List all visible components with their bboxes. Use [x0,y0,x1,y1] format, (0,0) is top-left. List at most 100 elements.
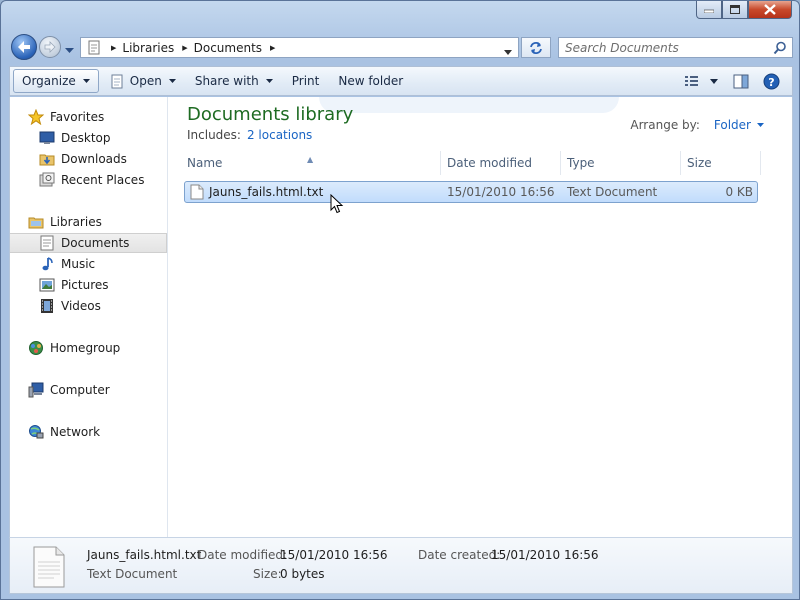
star-icon [28,109,44,125]
back-button[interactable] [11,34,37,60]
help-button[interactable]: ? [760,70,782,92]
details-filename: Jauns_fails.html.txt [87,548,202,562]
column-type-label: Type [567,156,595,170]
organize-label: Organize [22,74,76,88]
navigation-pane: Favorites Desktop Downloads Recent Place… [10,97,168,537]
chevron-down-icon [168,79,176,83]
mouse-cursor-icon [330,193,344,217]
maximize-button[interactable] [722,1,748,19]
nav-downloads[interactable]: Downloads [39,149,167,169]
search-icon[interactable] [773,41,787,58]
print-label: Print [291,74,320,88]
nav-desktop[interactable]: Desktop [39,128,167,148]
nav-network-label: Network [50,425,101,439]
organize-button[interactable]: Organize [13,69,99,93]
address-bar[interactable]: ▶ Libraries ▶ Documents ▶ [80,37,519,58]
nav-documents[interactable]: Documents [10,233,167,253]
column-date-label: Date modified [447,156,533,170]
breadcrumb-separator[interactable]: ▶ [111,44,116,52]
nav-favorites[interactable]: Favorites [28,107,167,127]
breadcrumb-separator[interactable]: ▶ [182,44,187,52]
nav-pictures[interactable]: Pictures [39,275,167,295]
column-header-date-modified[interactable]: Date modified [441,151,561,175]
preview-pane-button[interactable] [730,70,752,92]
share-with-button[interactable]: Share with [187,69,281,93]
minimize-button[interactable] [696,1,722,19]
refresh-button[interactable] [521,37,551,58]
column-header-name[interactable]: ▲ Name [185,151,441,175]
open-button[interactable]: Open [102,69,184,93]
nav-computer[interactable]: Computer [28,380,167,400]
open-icon [111,74,123,88]
chevron-down-icon [82,79,90,83]
details-date-modified-label: Date modified: [198,548,288,562]
file-name: Jauns_fails.html.txt [209,185,324,199]
arrange-by-label: Arrange by: [630,118,700,132]
nav-videos-label: Videos [61,299,101,313]
breadcrumb-libraries[interactable]: Libraries [122,41,174,55]
music-icon [39,256,55,272]
details-date-created-label: Date created: [418,548,501,562]
recent-places-icon [39,172,55,188]
details-size-label: Size: [253,567,282,581]
nav-recent-places[interactable]: Recent Places [39,170,167,190]
sort-ascending-icon: ▲ [307,155,314,164]
file-size: 0 KB [725,185,753,199]
text-file-icon [32,546,66,591]
explorer-window: ▶ Libraries ▶ Documents ▶ Search Documen… [0,0,800,600]
column-headers: ▲ Name Date modified Type Size [185,151,761,175]
locations-link[interactable]: 2 locations [247,128,312,142]
file-type: Text Document [567,185,658,199]
breadcrumb-documents[interactable]: Documents [194,41,262,55]
open-label: Open [129,74,162,88]
refresh-icon [530,41,542,54]
arrange-by-dropdown[interactable]: Folder [714,118,764,132]
close-button[interactable] [748,1,792,19]
share-with-label: Share with [194,74,259,88]
print-button[interactable]: Print [284,69,328,93]
nav-libraries-label: Libraries [50,215,102,229]
content-area: Favorites Desktop Downloads Recent Place… [9,97,793,537]
maximize-icon [730,5,740,14]
file-date-modified: 15/01/2010 16:56 [447,185,555,199]
downloads-icon [39,151,55,167]
column-header-type[interactable]: Type [561,151,681,175]
command-bar: Organize Open Share with Print New folde… [9,66,793,96]
chevron-down-icon [757,123,764,127]
header-decoration [319,97,619,113]
nav-music[interactable]: Music [39,254,167,274]
homegroup-icon [28,340,44,356]
details-size: 0 bytes [280,567,325,581]
view-controls: ? [674,70,782,92]
forward-icon [44,41,56,53]
file-name-cell[interactable]: Jauns_fails.html.txt [185,184,441,200]
new-folder-label: New folder [338,74,404,88]
file-row[interactable]: Jauns_fails.html.txt 15/01/2010 16:56 Te… [184,181,758,203]
nav-homegroup[interactable]: Homegroup [28,338,167,358]
chevron-down-icon [65,48,74,53]
svg-text:?: ? [768,76,774,89]
breadcrumb-separator[interactable]: ▶ [270,44,275,52]
pictures-icon [39,277,55,293]
nav-favorites-label: Favorites [50,110,105,124]
details-pane: Jauns_fails.html.txt Text Document Date … [9,537,793,594]
nav-videos[interactable]: Videos [39,296,167,316]
nav-recent-places-label: Recent Places [61,173,145,187]
nav-libraries[interactable]: Libraries [28,212,167,232]
help-icon: ? [763,73,779,89]
details-filetype: Text Document [87,567,178,581]
nav-network[interactable]: Network [28,422,167,442]
search-input[interactable] [565,40,765,55]
column-name-label: Name [187,156,223,170]
preview-pane-icon [733,74,749,88]
nav-music-label: Music [61,257,96,271]
column-header-size[interactable]: Size [681,151,761,175]
forward-button[interactable] [39,36,61,58]
address-history-dropdown[interactable] [504,44,512,58]
search-box[interactable] [558,37,793,58]
recent-pages-dropdown[interactable] [65,43,74,57]
change-view-button[interactable] [682,70,722,92]
caption-buttons [696,1,792,19]
new-folder-button[interactable]: New folder [330,69,411,93]
text-file-icon [190,184,204,200]
